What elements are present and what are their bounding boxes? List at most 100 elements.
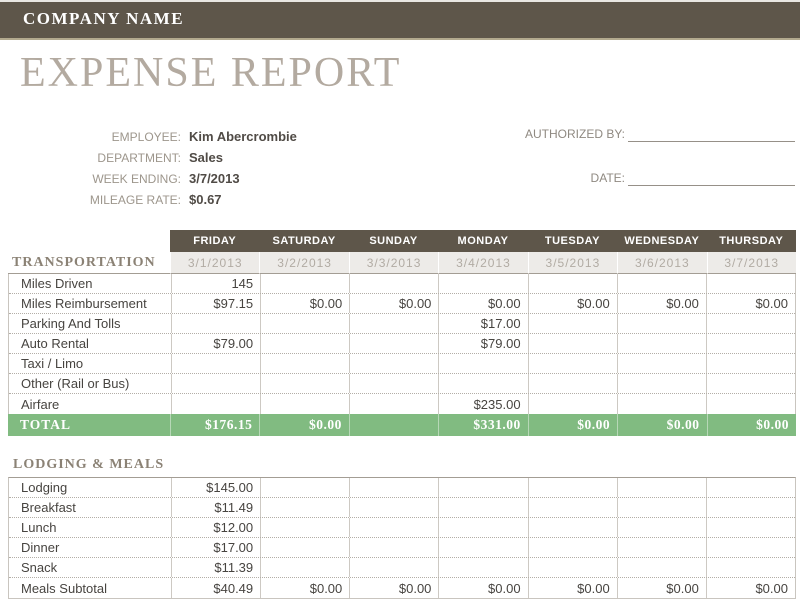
amount-cell[interactable] xyxy=(617,558,706,577)
amount-cell[interactable] xyxy=(438,274,527,293)
amount-cell[interactable] xyxy=(528,374,617,393)
amount-cell[interactable]: $0.00 xyxy=(260,578,349,598)
amount-cell[interactable]: 145 xyxy=(171,274,260,293)
amount-cell[interactable] xyxy=(260,274,349,293)
info-field-value[interactable]: Sales xyxy=(189,150,223,165)
amount-cell[interactable]: $11.39 xyxy=(171,558,260,577)
amount-cell[interactable] xyxy=(438,538,527,557)
amount-cell[interactable] xyxy=(260,394,349,414)
amount-cell[interactable] xyxy=(349,314,438,333)
amount-cell[interactable] xyxy=(617,274,706,293)
amount-cell[interactable]: $40.49 xyxy=(171,578,260,598)
amount-cell[interactable] xyxy=(528,354,617,373)
amount-cell[interactable] xyxy=(617,498,706,517)
amount-cell[interactable] xyxy=(706,478,795,497)
amount-cell[interactable] xyxy=(438,518,527,537)
amount-cell[interactable] xyxy=(528,478,617,497)
amount-cell[interactable] xyxy=(617,538,706,557)
amount-cell[interactable] xyxy=(617,334,706,353)
amount-cell[interactable] xyxy=(260,558,349,577)
table-row: Dinner$17.00 xyxy=(9,538,795,558)
amount-cell[interactable] xyxy=(706,558,795,577)
amount-cell[interactable] xyxy=(171,354,260,373)
amount-cell[interactable]: $0.00 xyxy=(349,294,438,313)
amount-cell[interactable] xyxy=(438,558,527,577)
amount-cell[interactable]: $17.00 xyxy=(438,314,527,333)
amount-cell[interactable] xyxy=(171,314,260,333)
amount-cell[interactable] xyxy=(349,558,438,577)
amount-cell[interactable] xyxy=(260,538,349,557)
amount-cell[interactable] xyxy=(706,354,795,373)
amount-cell[interactable]: $0.00 xyxy=(438,294,527,313)
amount-cell[interactable]: $0.00 xyxy=(528,294,617,313)
amount-cell[interactable]: $0.00 xyxy=(260,294,349,313)
amount-cell[interactable]: $79.00 xyxy=(171,334,260,353)
amount-cell[interactable] xyxy=(617,314,706,333)
amount-cell[interactable] xyxy=(617,478,706,497)
amount-cell[interactable]: $0.00 xyxy=(349,578,438,598)
amount-cell[interactable] xyxy=(171,374,260,393)
amount-cell[interactable] xyxy=(260,314,349,333)
amount-cell[interactable] xyxy=(349,518,438,537)
amount-cell[interactable] xyxy=(706,314,795,333)
amount-cell[interactable]: $79.00 xyxy=(438,334,527,353)
amount-cell[interactable] xyxy=(349,394,438,414)
amount-cell[interactable]: $97.15 xyxy=(171,294,260,313)
info-field-value[interactable]: $0.67 xyxy=(189,192,222,207)
amount-cell[interactable] xyxy=(438,354,527,373)
amount-cell[interactable] xyxy=(260,478,349,497)
amount-cell[interactable] xyxy=(349,354,438,373)
amount-cell[interactable] xyxy=(260,334,349,353)
amount-cell[interactable] xyxy=(617,374,706,393)
amount-cell[interactable] xyxy=(706,274,795,293)
amount-cell[interactable] xyxy=(528,498,617,517)
amount-cell[interactable] xyxy=(260,374,349,393)
amount-cell[interactable] xyxy=(617,394,706,414)
amount-cell[interactable] xyxy=(528,394,617,414)
amount-cell[interactable] xyxy=(349,334,438,353)
amount-cell[interactable] xyxy=(528,274,617,293)
amount-cell[interactable]: $0.00 xyxy=(528,578,617,598)
amount-cell[interactable]: $0.00 xyxy=(706,578,795,598)
amount-cell[interactable] xyxy=(706,538,795,557)
amount-cell[interactable] xyxy=(617,354,706,373)
amount-cell[interactable] xyxy=(706,334,795,353)
amount-cell[interactable] xyxy=(260,518,349,537)
amount-cell[interactable] xyxy=(438,374,527,393)
amount-cell[interactable]: $17.00 xyxy=(171,538,260,557)
amount-cell[interactable] xyxy=(438,498,527,517)
amount-cell[interactable] xyxy=(260,354,349,373)
amount-cell[interactable] xyxy=(528,538,617,557)
amount-cell[interactable] xyxy=(528,558,617,577)
amount-cell[interactable]: $235.00 xyxy=(438,394,527,414)
amount-cell[interactable] xyxy=(349,478,438,497)
date-line[interactable] xyxy=(628,172,795,186)
amount-cell[interactable] xyxy=(617,518,706,537)
amount-cell[interactable] xyxy=(171,394,260,414)
amount-cell[interactable]: $11.49 xyxy=(171,498,260,517)
amount-cell[interactable] xyxy=(706,518,795,537)
amount-cell[interactable]: $145.00 xyxy=(171,478,260,497)
amount-cell[interactable]: $0.00 xyxy=(438,578,527,598)
amount-cell[interactable] xyxy=(706,498,795,517)
amount-cell[interactable] xyxy=(528,314,617,333)
info-field-value[interactable]: Kim Abercrombie xyxy=(189,129,297,144)
amount-cell[interactable]: $0.00 xyxy=(617,294,706,313)
amount-cell[interactable] xyxy=(260,498,349,517)
amount-cell[interactable] xyxy=(706,374,795,393)
amount-cell[interactable] xyxy=(349,538,438,557)
amount-cell[interactable] xyxy=(349,274,438,293)
amount-cell[interactable]: $0.00 xyxy=(706,294,795,313)
amount-cell[interactable]: $0.00 xyxy=(617,578,706,598)
amount-cell[interactable]: $12.00 xyxy=(171,518,260,537)
amount-cell[interactable] xyxy=(349,498,438,517)
day-header-corner xyxy=(8,230,170,252)
amount-cell[interactable] xyxy=(528,334,617,353)
table-row: Other (Rail or Bus) xyxy=(9,374,795,394)
amount-cell[interactable] xyxy=(706,394,795,414)
amount-cell[interactable] xyxy=(438,478,527,497)
info-field-value[interactable]: 3/7/2013 xyxy=(189,171,240,186)
authorized-by-line[interactable] xyxy=(628,128,795,142)
amount-cell[interactable] xyxy=(349,374,438,393)
amount-cell[interactable] xyxy=(528,518,617,537)
